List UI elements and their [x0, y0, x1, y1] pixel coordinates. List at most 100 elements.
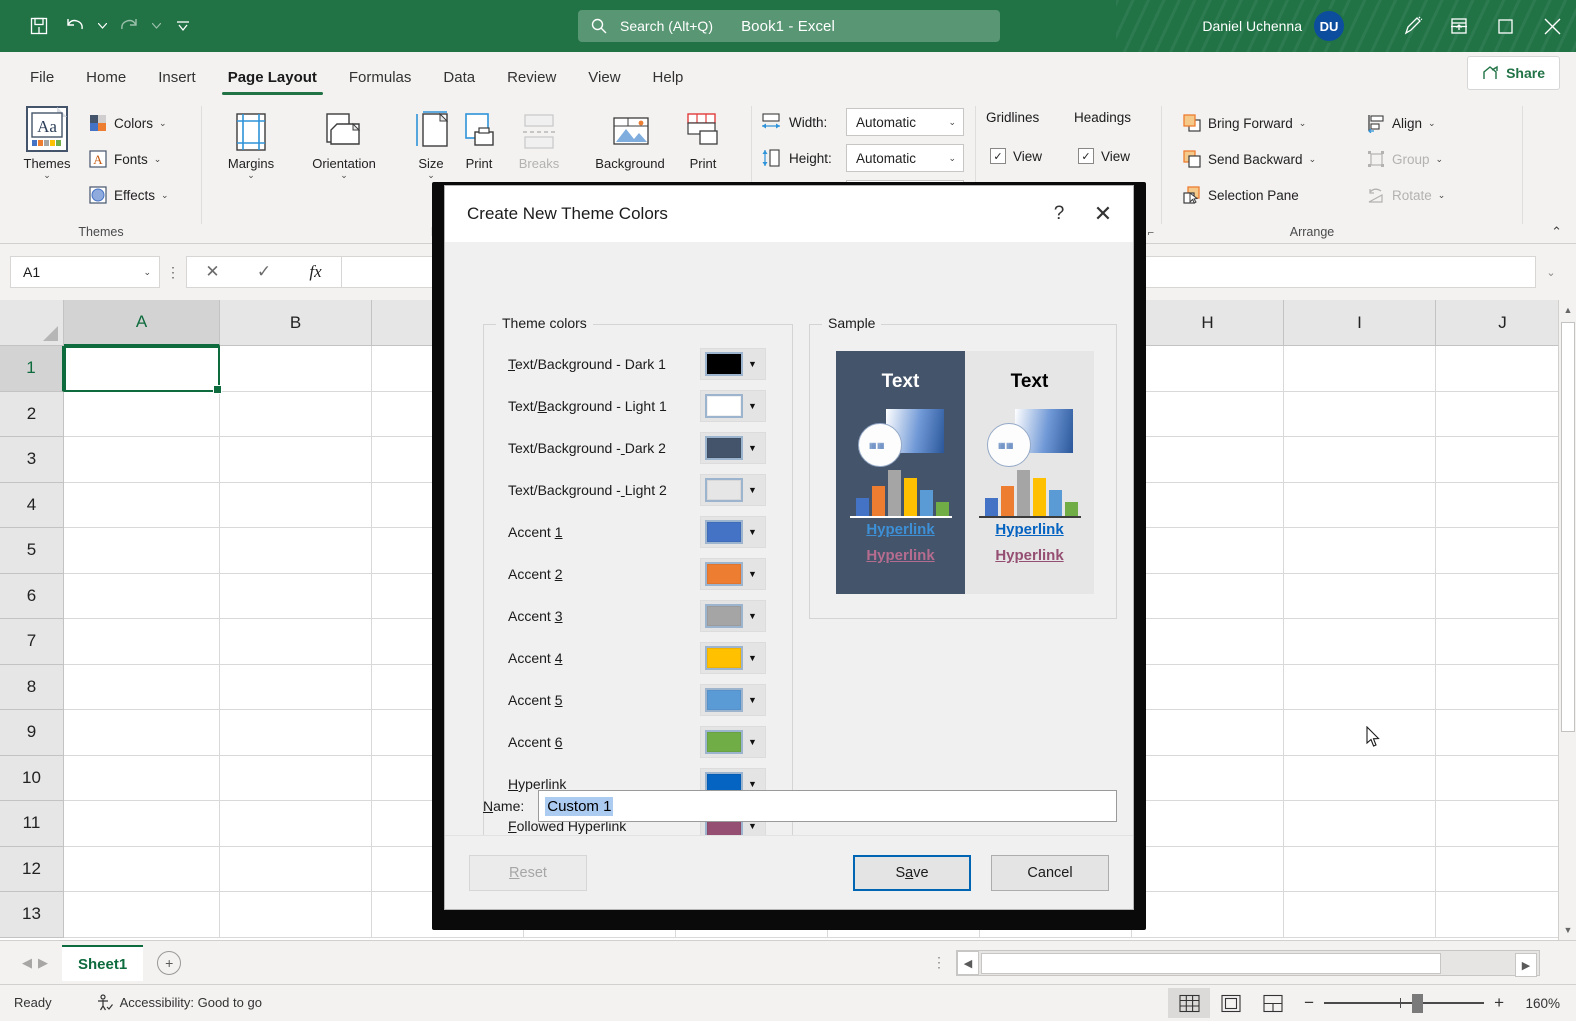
theme-color-picker-10[interactable]: ▼ [700, 726, 766, 758]
grid-cell[interactable] [1132, 801, 1284, 847]
zoom-control[interactable]: − + [1294, 993, 1514, 1013]
theme-color-picker-1[interactable]: ▼ [700, 348, 766, 380]
grid-cell[interactable] [1284, 528, 1436, 574]
redo-dropdown-icon[interactable] [148, 11, 164, 41]
theme-color-picker-4[interactable]: ▼ [700, 474, 766, 506]
vertical-scrollbar[interactable]: ▲ ▼ [1558, 300, 1576, 940]
undo-dropdown-icon[interactable] [94, 11, 110, 41]
chevron-down-icon[interactable]: ⌄ [161, 190, 169, 201]
row-header-8[interactable]: 8 [0, 665, 64, 711]
grid-cell[interactable] [1132, 619, 1284, 665]
row-header-6[interactable]: 6 [0, 574, 64, 620]
chevron-down-icon[interactable]: ▼ [748, 779, 757, 789]
tab-review[interactable]: Review [491, 58, 572, 98]
undo-icon[interactable] [58, 9, 92, 43]
grid-cell[interactable] [1436, 437, 1570, 483]
chevron-down-icon[interactable]: ▼ [748, 401, 757, 411]
chevron-down-icon[interactable]: ⌄ [1436, 154, 1444, 165]
grid-cell[interactable] [1436, 619, 1570, 665]
horizontal-scroll-thumb[interactable] [981, 953, 1441, 974]
zoom-level[interactable]: 160% [1514, 996, 1576, 1011]
minimize-icon[interactable] [1435, 0, 1482, 52]
grid-cell[interactable] [64, 574, 220, 620]
grid-cell[interactable] [1436, 756, 1570, 802]
zoom-slider[interactable] [1324, 1002, 1484, 1004]
name-box[interactable]: A1 ⌄ [10, 256, 160, 288]
theme-color-picker-6[interactable]: ▼ [700, 558, 766, 590]
grid-cell[interactable] [1132, 483, 1284, 529]
margins-dropdown-icon[interactable]: ⌄ [247, 171, 255, 180]
sheet-tab-sheet1[interactable]: Sheet1 [62, 945, 143, 981]
sheet-next-icon[interactable]: ▶ [38, 955, 48, 971]
row-header-9[interactable]: 9 [0, 710, 64, 756]
row-header-5[interactable]: 5 [0, 528, 64, 574]
row-header-3[interactable]: 3 [0, 437, 64, 483]
height-combo[interactable]: Automatic ⌄ [846, 144, 964, 172]
grid-cell[interactable] [1436, 892, 1570, 938]
accessibility-status[interactable]: Accessibility: Good to go [52, 994, 262, 1012]
grid-cell[interactable] [64, 528, 220, 574]
column-header-i[interactable]: I [1284, 300, 1436, 346]
chevron-down-icon[interactable]: ▼ [748, 653, 757, 663]
chevron-down-icon[interactable]: ▼ [748, 569, 757, 579]
theme-color-picker-2[interactable]: ▼ [700, 390, 766, 422]
active-cell-a1[interactable] [64, 346, 220, 392]
scroll-right-icon[interactable]: ▶ [1515, 953, 1537, 977]
customize-qat-icon[interactable] [166, 9, 200, 43]
theme-color-picker-3[interactable]: ▼ [700, 432, 766, 464]
chevron-down-icon[interactable]: ▼ [748, 527, 757, 537]
theme-color-picker-9[interactable]: ▼ [700, 684, 766, 716]
grid-cell[interactable] [1284, 346, 1436, 392]
grid-cell[interactable] [220, 847, 372, 893]
tab-data[interactable]: Data [427, 58, 491, 98]
grid-cell[interactable] [220, 483, 372, 529]
zoom-in-button[interactable]: + [1494, 993, 1504, 1013]
tab-view[interactable]: View [572, 58, 636, 98]
headings-view-checkbox[interactable]: ✓ View [1078, 148, 1130, 164]
reset-button[interactable]: Reset [469, 855, 587, 891]
theme-color-picker-8[interactable]: ▼ [700, 642, 766, 674]
theme-colors-button[interactable]: Colors ⌄ [88, 110, 167, 136]
tab-formulas[interactable]: Formulas [333, 58, 428, 98]
column-header-b[interactable]: B [220, 300, 372, 346]
chevron-down-icon[interactable]: ⌄ [948, 117, 956, 128]
grid-cell[interactable] [1284, 665, 1436, 711]
chevron-down-icon[interactable]: ⌄ [143, 267, 151, 278]
grid-cell[interactable] [220, 437, 372, 483]
grid-cell[interactable] [220, 346, 372, 392]
chevron-down-icon[interactable]: ⌄ [1438, 190, 1446, 201]
theme-effects-button[interactable]: Effects ⌄ [88, 182, 169, 208]
ink-pen-icon[interactable] [1392, 6, 1434, 46]
grid-cell[interactable] [220, 665, 372, 711]
chevron-down-icon[interactable]: ▼ [748, 443, 757, 453]
chevron-down-icon[interactable]: ▼ [748, 611, 757, 621]
sheet-prev-icon[interactable]: ◀ [22, 955, 32, 971]
grid-cell[interactable] [1436, 847, 1570, 893]
grid-cell[interactable] [1436, 801, 1570, 847]
grid-cell[interactable] [1132, 574, 1284, 620]
orientation-button[interactable]: Orientation ⌄ [296, 104, 392, 180]
vertical-scroll-thumb[interactable] [1561, 322, 1575, 732]
zoom-out-button[interactable]: − [1304, 993, 1314, 1013]
tab-insert[interactable]: Insert [142, 58, 212, 98]
row-header-2[interactable]: 2 [0, 392, 64, 438]
user-account[interactable]: Daniel Uchenna DU [1202, 0, 1346, 52]
grid-cell[interactable] [1436, 528, 1570, 574]
row-header-13[interactable]: 13 [0, 892, 64, 938]
search-box[interactable]: Search (Alt+Q) [578, 10, 1000, 42]
horizontal-scrollbar[interactable]: ◀ ▶ [956, 950, 1540, 976]
themes-dropdown-icon[interactable]: ⌄ [43, 171, 51, 180]
tab-page-layout[interactable]: Page Layout [212, 58, 333, 98]
orientation-dropdown-icon[interactable]: ⌄ [340, 171, 348, 180]
share-button[interactable]: Share [1467, 56, 1560, 90]
tab-help[interactable]: Help [637, 58, 700, 98]
grid-cell[interactable] [1284, 756, 1436, 802]
chevron-down-icon[interactable]: ▼ [748, 485, 757, 495]
grid-cell[interactable] [1132, 346, 1284, 392]
grid-cell[interactable] [1284, 392, 1436, 438]
grid-cell[interactable] [220, 619, 372, 665]
formula-bar-handle[interactable]: ⋮ [160, 264, 186, 281]
grid-cell[interactable] [1284, 710, 1436, 756]
grid-cell[interactable] [1132, 756, 1284, 802]
grid-cell[interactable] [1284, 619, 1436, 665]
